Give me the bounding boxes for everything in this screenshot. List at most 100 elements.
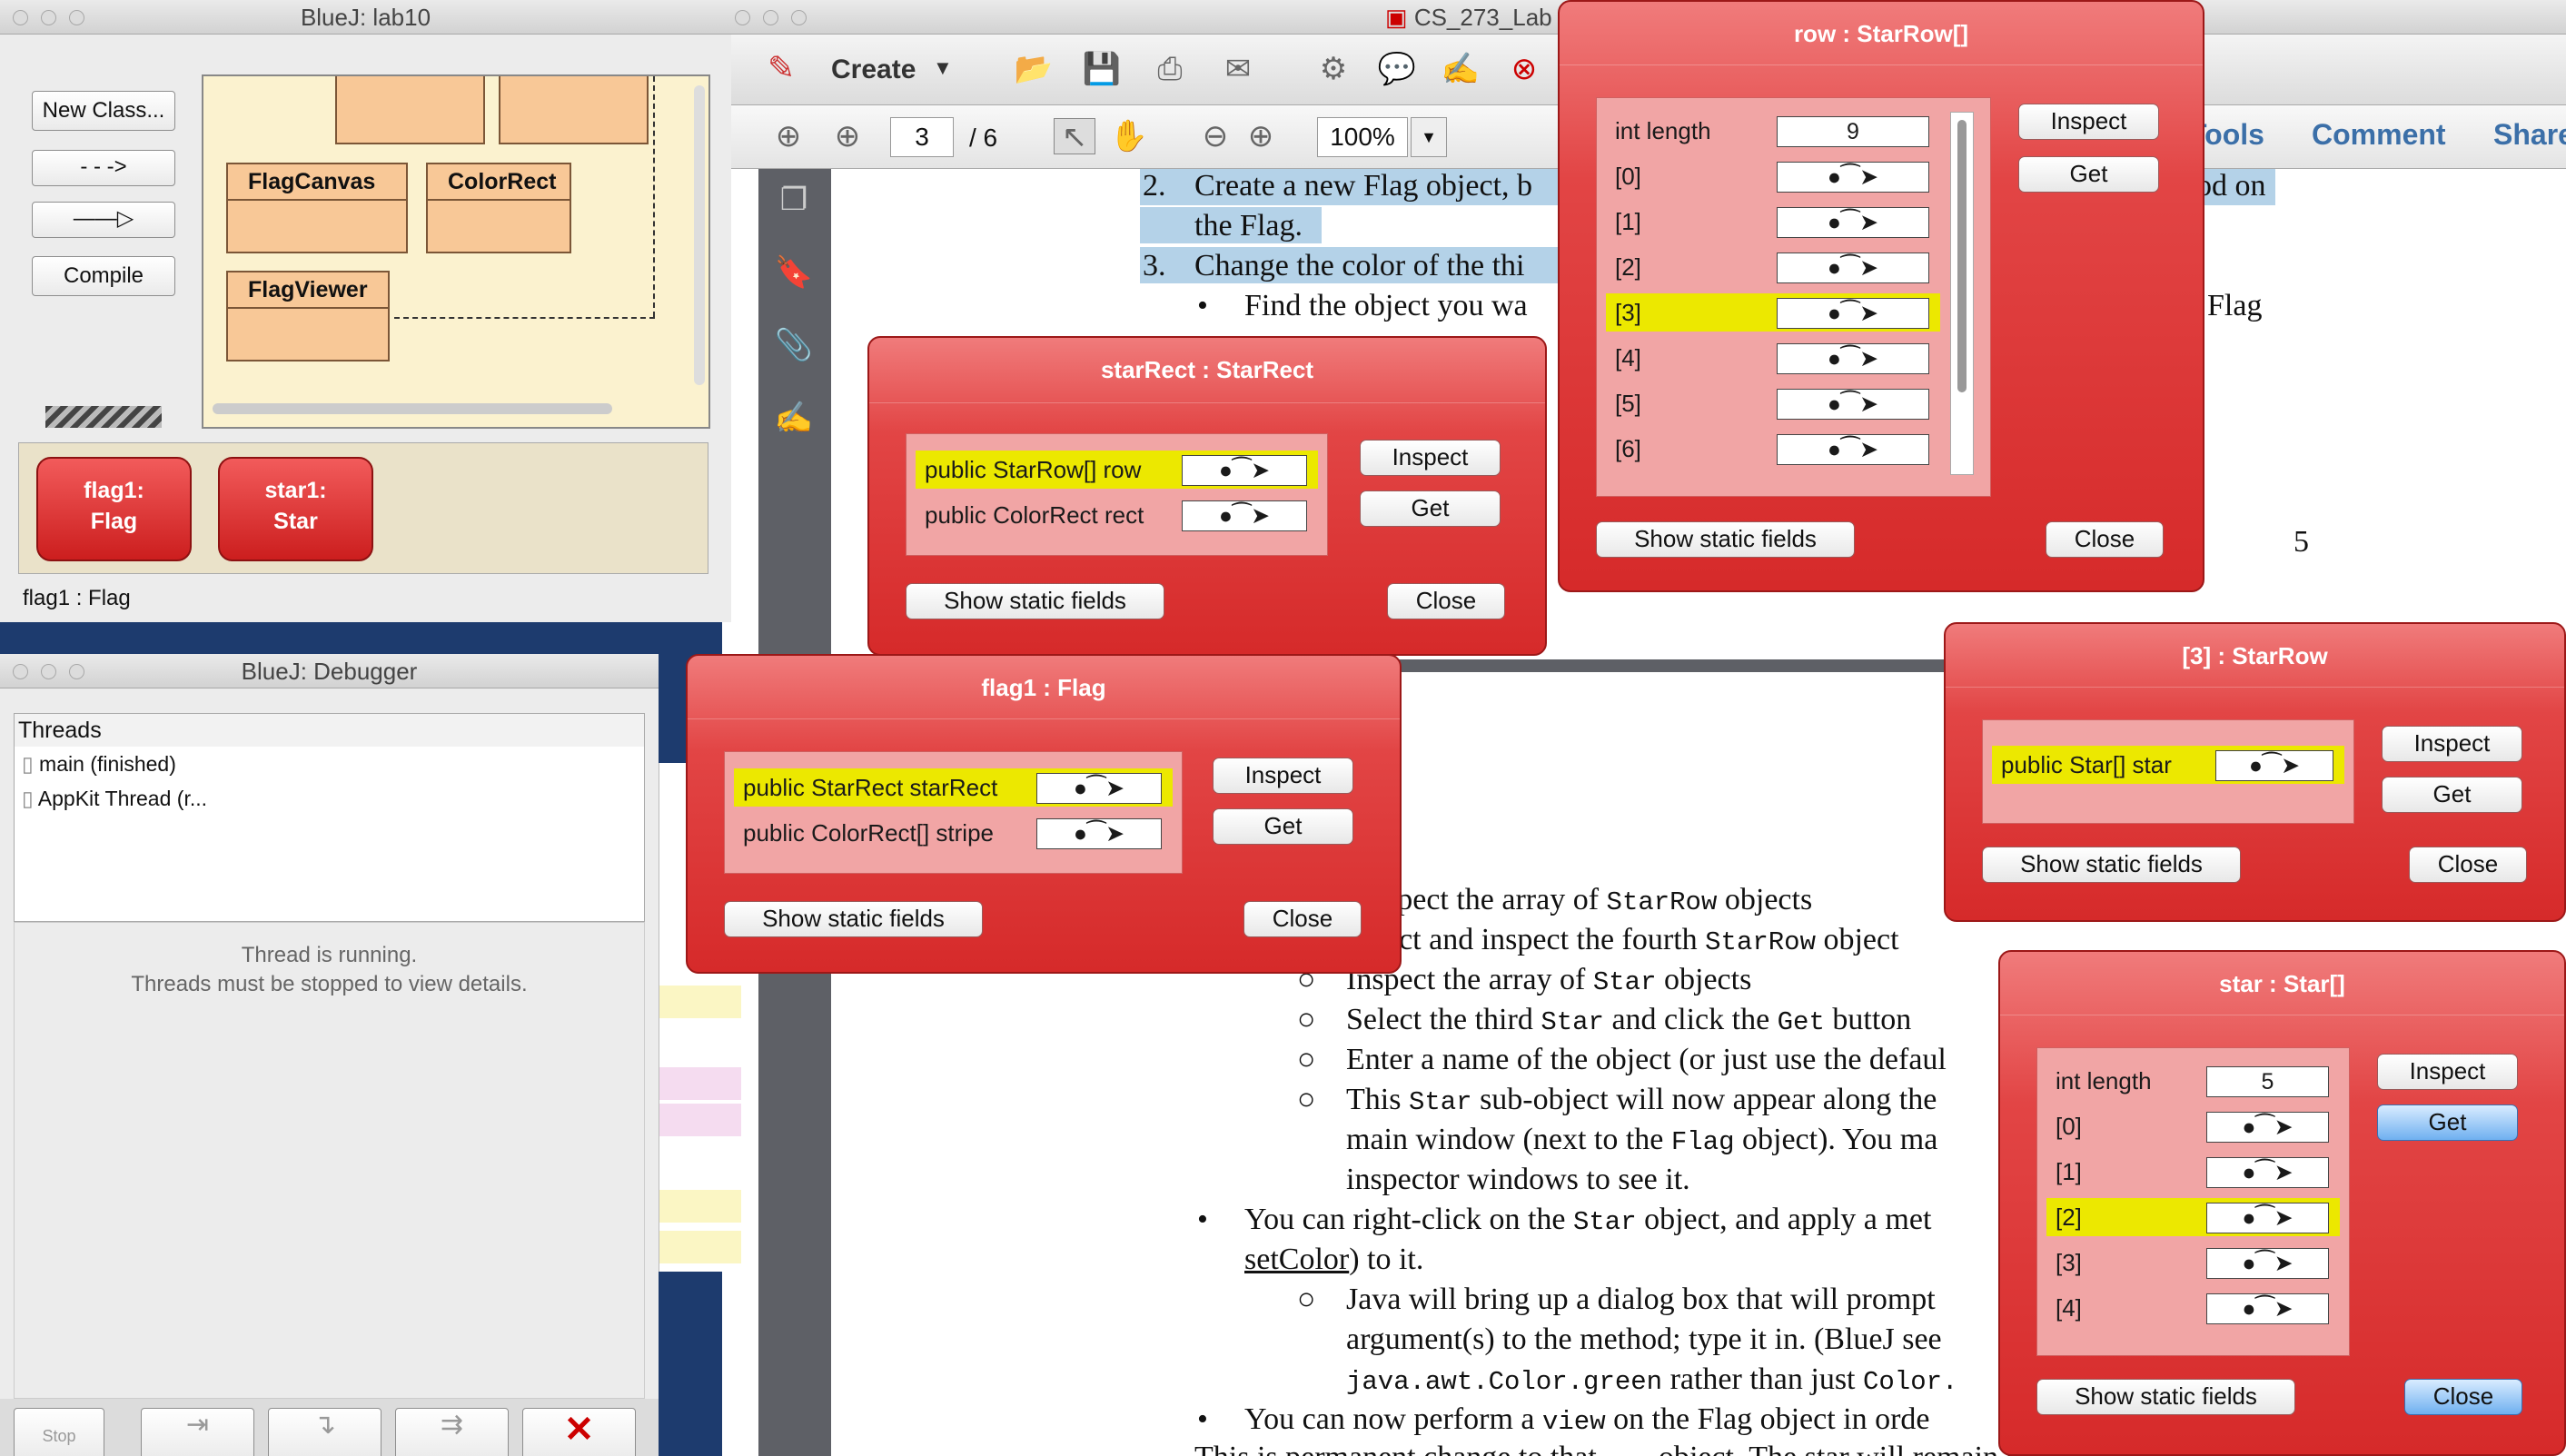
class-box[interactable] bbox=[499, 76, 649, 144]
array-element-row[interactable]: [2] ●⁀➤ bbox=[2046, 1198, 2340, 1236]
save-icon[interactable]: 💾 bbox=[1081, 51, 1123, 87]
thread-item[interactable]: ▯ main (finished) bbox=[15, 747, 644, 781]
compile-button[interactable]: Compile bbox=[32, 256, 175, 296]
window-controls[interactable] bbox=[13, 10, 84, 25]
object-star1[interactable]: star1: Star bbox=[218, 457, 373, 561]
array-element-row[interactable]: [0] ●⁀➤ bbox=[2046, 1107, 2340, 1145]
fields-panel: public StarRow[] row ●⁀➤ public ColorRect… bbox=[906, 433, 1328, 556]
highlight-icon[interactable]: ✍ bbox=[1440, 51, 1481, 87]
show-static-fields-button[interactable]: Show static fields bbox=[1596, 521, 1855, 558]
select-tool-icon[interactable]: ↖ bbox=[1054, 118, 1095, 154]
inspect-button[interactable]: Inspect bbox=[2377, 1054, 2518, 1090]
bullet: • bbox=[1197, 1402, 1208, 1436]
show-static-fields-button[interactable]: Show static fields bbox=[2036, 1379, 2295, 1415]
get-button[interactable]: Get bbox=[2377, 1104, 2518, 1141]
pages-panel-icon[interactable]: ❐ bbox=[773, 182, 815, 218]
page-up-icon[interactable]: ⊕ bbox=[768, 118, 809, 154]
show-static-fields-button[interactable]: Show static fields bbox=[906, 583, 1164, 619]
close-button[interactable]: Close bbox=[1243, 901, 1362, 937]
array-element-row[interactable]: [2] ●⁀➤ bbox=[1606, 248, 1940, 286]
array-element-row[interactable]: [4] ●⁀➤ bbox=[2046, 1289, 2340, 1327]
array-element-row[interactable]: [0] ●⁀➤ bbox=[1606, 157, 1940, 195]
chevron-down-icon[interactable]: ▼ bbox=[933, 56, 953, 80]
zoom-dropdown[interactable]: ▼ bbox=[1411, 117, 1447, 157]
thread-item[interactable]: ▯ AppKit Thread (r... bbox=[15, 781, 644, 816]
window-controls[interactable] bbox=[13, 664, 84, 679]
flag-inspector: flag1 : Flag public StarRect starRect ●⁀➤… bbox=[686, 654, 1402, 974]
create-icon[interactable]: ✎ bbox=[768, 49, 795, 87]
diagram-hscrollbar[interactable] bbox=[213, 403, 612, 414]
array-element-row[interactable]: [4] ●⁀➤ bbox=[1606, 339, 1940, 377]
reference-arrow-icon: ●⁀➤ bbox=[1777, 162, 1929, 193]
inspector-title: starRect : StarRect bbox=[869, 338, 1545, 403]
inspect-button[interactable]: Inspect bbox=[1213, 758, 1353, 794]
gear-icon[interactable]: ⚙ bbox=[1313, 51, 1354, 87]
array-element-row[interactable]: [1] ●⁀➤ bbox=[2046, 1153, 2340, 1191]
array-scrollbar[interactable] bbox=[1950, 112, 1974, 475]
threads-header: Threads bbox=[15, 714, 644, 747]
reference-arrow-icon: ●⁀➤ bbox=[1182, 500, 1307, 531]
comment-link[interactable]: Comment bbox=[2312, 118, 2446, 152]
array-element-row[interactable]: [3] ●⁀➤ bbox=[1606, 293, 1940, 332]
bookmarks-icon[interactable]: 🔖 bbox=[773, 254, 815, 291]
field-row[interactable]: public ColorRect[] stripe ●⁀➤ bbox=[734, 814, 1173, 852]
inspector-title: flag1 : Flag bbox=[688, 656, 1400, 719]
terminate-button[interactable]: ✕ bbox=[522, 1408, 636, 1456]
progress-indicator bbox=[45, 406, 162, 428]
inspect-button[interactable]: Inspect bbox=[1360, 440, 1501, 476]
show-static-fields-button[interactable]: Show static fields bbox=[724, 901, 983, 937]
doc-line: od on bbox=[2196, 169, 2266, 203]
create-button[interactable]: Create bbox=[831, 54, 916, 85]
inspect-button[interactable]: Inspect bbox=[2382, 726, 2522, 762]
class-box[interactable] bbox=[335, 76, 485, 144]
hand-tool-icon[interactable]: ✋ bbox=[1108, 118, 1150, 154]
close-button[interactable]: Close bbox=[1387, 583, 1505, 619]
get-button[interactable]: Get bbox=[1213, 808, 1353, 845]
threads-list[interactable]: Threads ▯ main (finished) ▯ AppKit Threa… bbox=[14, 713, 645, 922]
comment-icon[interactable]: 💬 bbox=[1376, 51, 1418, 87]
object-flag1[interactable]: flag1: Flag bbox=[36, 457, 192, 561]
class-colorrect[interactable]: ColorRect bbox=[426, 163, 571, 253]
share-link[interactable]: Share bbox=[2493, 118, 2566, 152]
email-icon[interactable]: ✉ bbox=[1217, 51, 1259, 87]
close-button[interactable]: Close bbox=[2404, 1379, 2522, 1415]
get-button[interactable]: Get bbox=[2382, 777, 2522, 813]
array-element-row[interactable]: [3] ●⁀➤ bbox=[2046, 1243, 2340, 1282]
attachments-icon[interactable]: 📎 bbox=[773, 327, 815, 363]
zoom-level[interactable]: 100% bbox=[1317, 117, 1408, 157]
stop-button[interactable]: Stop bbox=[14, 1408, 104, 1456]
close-button[interactable]: Close bbox=[2046, 521, 2164, 558]
window-controls[interactable] bbox=[735, 10, 807, 25]
diagram-scrollbar[interactable] bbox=[694, 85, 705, 385]
open-icon[interactable]: 📂 bbox=[1013, 51, 1055, 87]
bullet: • bbox=[1197, 289, 1208, 322]
step-button[interactable]: ⇥ bbox=[141, 1408, 254, 1456]
signatures-icon[interactable]: ✍ bbox=[773, 400, 815, 436]
dependency-arrow-button[interactable]: - - -> bbox=[32, 150, 175, 186]
print-icon[interactable]: ⎙ bbox=[1149, 51, 1191, 87]
array-element-row[interactable]: [1] ●⁀➤ bbox=[1606, 203, 1940, 241]
continue-button[interactable]: ⇉ bbox=[395, 1408, 509, 1456]
field-row[interactable]: public ColorRect rect ●⁀➤ bbox=[916, 496, 1318, 534]
bluej-title: BlueJ: lab10 bbox=[300, 4, 431, 31]
step-into-button[interactable]: ↴ bbox=[268, 1408, 381, 1456]
class-flagviewer[interactable]: FlagViewer bbox=[226, 271, 390, 362]
page-number-input[interactable]: 3 bbox=[890, 117, 954, 157]
class-flagcanvas[interactable]: FlagCanvas bbox=[226, 163, 408, 253]
show-static-fields-button[interactable]: Show static fields bbox=[1982, 847, 2241, 883]
zoom-out-icon[interactable]: ⊖ bbox=[1194, 118, 1236, 154]
array-element-row[interactable]: [6] ●⁀➤ bbox=[1606, 430, 1940, 468]
field-row[interactable]: public StarRect starRect ●⁀➤ bbox=[734, 768, 1173, 807]
array-element-row[interactable]: [5] ●⁀➤ bbox=[1606, 384, 1940, 422]
get-button[interactable]: Get bbox=[1360, 490, 1501, 527]
field-row[interactable]: public StarRow[] row ●⁀➤ bbox=[916, 451, 1318, 489]
page-down-icon[interactable]: ⊕ bbox=[827, 118, 868, 154]
get-button[interactable]: Get bbox=[2018, 156, 2159, 193]
inspect-button[interactable]: Inspect bbox=[2018, 104, 2159, 140]
field-row[interactable]: public Star[] star ●⁀➤ bbox=[1992, 746, 2344, 784]
zoom-in-icon[interactable]: ⊕ bbox=[1240, 118, 1282, 154]
redact-icon[interactable]: ⊗ bbox=[1503, 51, 1545, 87]
new-class-button[interactable]: New Class... bbox=[32, 91, 175, 131]
close-button[interactable]: Close bbox=[2409, 847, 2527, 883]
inheritance-arrow-button[interactable]: ——▷ bbox=[32, 202, 175, 238]
